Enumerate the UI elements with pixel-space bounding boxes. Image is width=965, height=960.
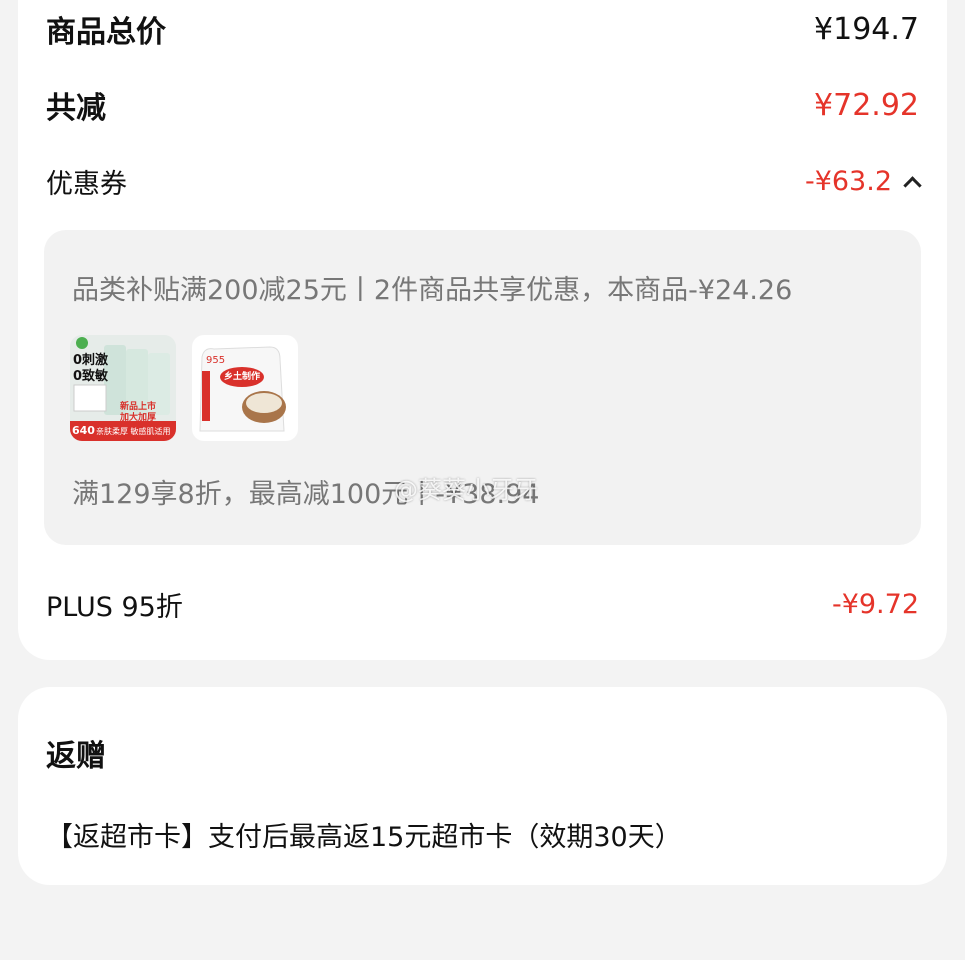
coupon-detail-line-1: 品类补贴满200减25元丨2件商品共享优惠，本商品-¥24.26 xyxy=(72,275,793,306)
product-thumbnail-wipes[interactable]: 0刺激 0致敏 640 亲肤柔厚 敏感肌适用 新品上市 加大加厚 xyxy=(70,335,176,441)
rice-side-text: 955 xyxy=(206,355,226,366)
wipes-text-2: 0致敏 xyxy=(73,369,109,384)
wipes-side-text-2: 加大加厚 xyxy=(120,413,157,423)
plus-discount-row: PLUS 95折 -¥9.72 xyxy=(46,582,919,626)
total-price-label: 商品总价 xyxy=(46,15,166,50)
plus-discount-label: PLUS 95折 xyxy=(46,591,183,623)
price-summary-card: 商品总价 ¥194.7 共减 ¥72.92 优惠券 -¥63.2 品类补贴满20… xyxy=(18,0,947,660)
wipes-footer: 亲肤柔厚 敏感肌适用 xyxy=(96,427,171,436)
rice-bag-image xyxy=(199,346,286,432)
total-price-row: 商品总价 ¥194.7 xyxy=(46,4,919,54)
coupon-detail-panel: 品类补贴满200减25元丨2件商品共享优惠，本商品-¥24.26 0刺激 0致敏… xyxy=(44,230,921,545)
gift-card: 返赠 【返超市卡】支付后最高返15元超市卡（效期30天） xyxy=(18,687,947,885)
product-thumbnail-rice[interactable]: 乡土制作 955 xyxy=(192,335,298,441)
gift-description: 【返超市卡】支付后最高返15元超市卡（效期30天） xyxy=(46,822,682,853)
gift-title: 返赠 xyxy=(46,739,106,774)
total-reduction-value: ¥72.92 xyxy=(814,87,919,123)
total-reduction-label: 共减 xyxy=(46,91,106,126)
total-price-value: ¥194.7 xyxy=(814,11,919,47)
chevron-up-icon[interactable] xyxy=(903,175,922,195)
coupon-label: 优惠券 xyxy=(46,168,127,200)
coupon-value: -¥63.2 xyxy=(804,165,892,197)
rice-brand-label: 乡土制作 xyxy=(224,372,261,382)
total-reduction-row: 共减 ¥72.92 xyxy=(46,80,919,130)
watermark-text: @葵葵小牙牙 xyxy=(394,476,538,504)
wipes-badge: 640 xyxy=(72,424,95,437)
plus-discount-value: -¥9.72 xyxy=(831,588,919,620)
coupon-row[interactable]: 优惠券 -¥63.2 xyxy=(46,160,922,202)
